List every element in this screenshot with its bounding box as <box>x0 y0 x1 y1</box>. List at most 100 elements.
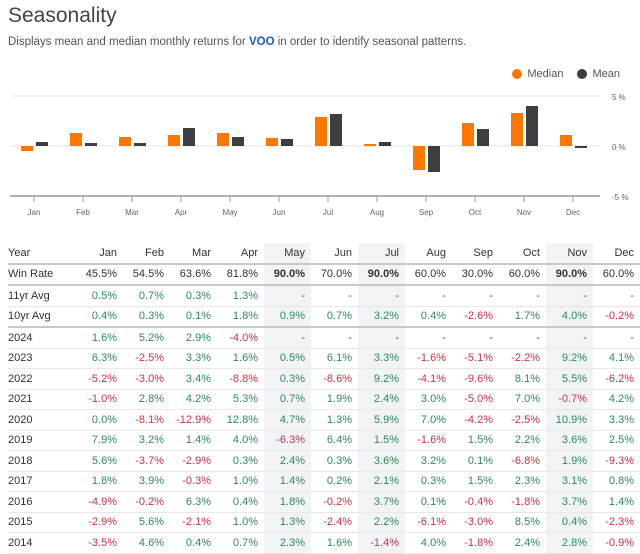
cell-nov: 1.9% <box>546 450 593 471</box>
cell-jun: 1.9% <box>326 393 352 406</box>
legend-item-mean[interactable]: Mean <box>577 68 620 80</box>
column-header-jun[interactable]: Jun <box>311 243 358 264</box>
cell-jan: 1.8% <box>91 475 117 488</box>
column-header-jan[interactable]: Jan <box>76 243 123 264</box>
column-header-year[interactable]: Year <box>8 243 76 264</box>
cell-jun: - <box>348 331 352 344</box>
cell-nov: 3.6% <box>546 430 593 451</box>
column-header-aug[interactable]: Aug <box>405 243 452 264</box>
cell-jan: -5.2% <box>88 372 117 385</box>
column-header-may[interactable]: May <box>264 243 311 264</box>
bar-median-nov <box>511 113 523 146</box>
cell-jul: 5.9% <box>358 409 405 430</box>
cell-mar: 1.4% <box>185 434 211 447</box>
cell-nov: 90.0% <box>546 263 593 285</box>
row-label: 10yr Avg <box>8 310 51 323</box>
column-header-feb[interactable]: Feb <box>123 243 170 264</box>
column-header-oct[interactable]: Oct <box>499 243 546 264</box>
cell-jan: 6.3% <box>91 352 117 365</box>
cell-mar: 2.9% <box>185 331 211 344</box>
cell-apr: 1.0% <box>232 516 258 529</box>
cell-may: 0.5% <box>264 348 311 369</box>
cell-may: 1.8% <box>264 491 311 512</box>
cell-jul: 9.2% <box>358 368 405 389</box>
cell-dec: 60.0% <box>602 268 634 281</box>
column-header-dec[interactable]: Dec <box>593 243 640 264</box>
cell-apr: 0.4% <box>232 495 258 508</box>
cell-oct: 8.1% <box>514 372 540 385</box>
x-tick-label: Mar <box>125 208 139 217</box>
bar-mean-sep <box>428 146 440 172</box>
x-tick-label: Aug <box>370 208 384 217</box>
bar-mean-nov <box>526 106 538 146</box>
x-tick-label: May <box>222 208 237 217</box>
column-header-sep[interactable]: Sep <box>452 243 499 264</box>
cell-apr: 81.8% <box>226 268 258 281</box>
bar-median-aug <box>364 144 376 146</box>
cell-oct: 60.0% <box>508 268 540 281</box>
cell-dec: -0.2% <box>605 310 634 323</box>
cell-sep: 1.5% <box>467 434 493 447</box>
cell-oct: -6.8% <box>511 454 540 467</box>
cell-oct: 2.3% <box>514 475 540 488</box>
cell-may: 2.4% <box>264 450 311 471</box>
cell-jan: 7.9% <box>91 434 117 447</box>
cell-nov: 4.0% <box>546 306 593 327</box>
cell-may: 0.7% <box>264 389 311 410</box>
cell-may: - <box>264 327 311 348</box>
row-label: Win Rate <box>8 268 54 281</box>
cell-dec: -9.3% <box>605 454 634 467</box>
cell-jun: -8.6% <box>323 372 352 385</box>
column-header-nov[interactable]: Nov <box>546 243 593 264</box>
bar-mean-may <box>232 137 244 146</box>
cell-nov: -0.7% <box>546 389 593 410</box>
cell-apr: 1.0% <box>232 475 258 488</box>
cell-may: 0.9% <box>264 306 311 327</box>
cell-aug: - <box>442 331 446 344</box>
cell-sep: - <box>489 289 493 302</box>
cell-mar: 63.6% <box>179 268 211 281</box>
cell-oct: 8.5% <box>514 516 540 529</box>
mean-dot-icon <box>577 69 588 79</box>
cell-aug: -6.1% <box>417 516 446 529</box>
bar-mean-dec <box>575 146 587 148</box>
column-header-mar[interactable]: Mar <box>170 243 217 264</box>
cell-oct: - <box>536 331 540 344</box>
cell-jun: -2.4% <box>323 516 352 529</box>
column-header-jul[interactable]: Jul <box>358 243 405 264</box>
column-header-apr[interactable]: Apr <box>217 243 264 264</box>
cell-mar: 3.3% <box>185 352 211 365</box>
cell-dec: - <box>630 289 634 302</box>
bar-median-jun <box>266 138 278 146</box>
cell-sep: 0.1% <box>467 454 493 467</box>
cell-jul: 3.6% <box>358 450 405 471</box>
cell-apr: 1.6% <box>232 352 258 365</box>
cell-jun: 0.3% <box>326 454 352 467</box>
cell-jul: 3.2% <box>358 306 405 327</box>
cell-jun: 6.1% <box>326 352 352 365</box>
y-tick-label: 5 % <box>612 93 626 102</box>
row-label: 11yr Avg <box>8 289 50 302</box>
row-label: 2022 <box>8 372 33 385</box>
legend-item-median[interactable]: Median <box>512 68 563 80</box>
cell-apr: 5.3% <box>232 393 258 406</box>
cell-dec: 2.5% <box>608 434 634 447</box>
ticker-link[interactable]: VOO <box>249 36 275 48</box>
cell-jun: 70.0% <box>320 268 352 281</box>
y-tick-label: 0 % <box>612 143 626 152</box>
cell-nov: 3.1% <box>546 471 593 492</box>
cell-may: 90.0% <box>264 263 311 285</box>
cell-mar: -0.3% <box>182 475 211 488</box>
cell-jul: 2.2% <box>358 512 405 533</box>
cell-jul: - <box>358 285 405 306</box>
subtitle-prefix: Displays mean and median monthly returns… <box>8 36 249 48</box>
bar-mean-apr <box>183 128 195 146</box>
bar-mean-jul <box>330 114 342 146</box>
cell-jul: 1.5% <box>358 430 405 451</box>
cell-aug: -1.6% <box>417 352 446 365</box>
bar-median-jul <box>315 117 327 146</box>
cell-mar: 6.3% <box>185 495 211 508</box>
cell-mar: 4.2% <box>185 393 211 406</box>
cell-sep: - <box>489 331 493 344</box>
table-row: 2015 -2.9% 5.6% -2.1% 1.0% 1.3% -2.4% 2.2% -6.1%… <box>8 512 640 533</box>
